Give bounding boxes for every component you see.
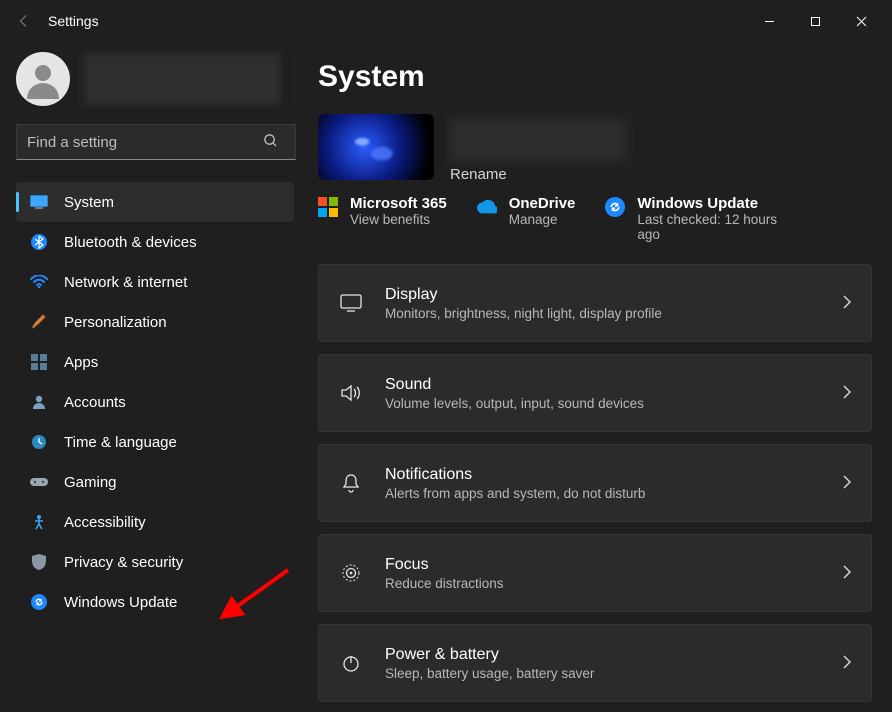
- display-icon: [339, 294, 363, 312]
- nav-item-privacy[interactable]: Privacy & security: [16, 542, 294, 582]
- search-container: [16, 124, 294, 160]
- main-content: System Rename Microsoft 365 View benefit…: [310, 42, 892, 712]
- onedrive-icon: [477, 197, 497, 217]
- nav-item-system[interactable]: System: [16, 182, 294, 222]
- nav-item-personalization[interactable]: Personalization: [16, 302, 294, 342]
- focus-icon: [339, 563, 363, 583]
- card-sound[interactable]: Sound Volume levels, output, input, soun…: [318, 354, 872, 432]
- update-icon: [30, 593, 48, 611]
- titlebar: Settings: [0, 0, 892, 42]
- card-notifications[interactable]: Notifications Alerts from apps and syste…: [318, 444, 872, 522]
- tile-title: Windows Update: [637, 195, 795, 212]
- chevron-right-icon: [842, 655, 851, 672]
- device-row: Rename: [318, 114, 872, 183]
- shield-icon: [30, 553, 48, 571]
- gamepad-icon: [30, 473, 48, 491]
- card-title: Sound: [385, 376, 820, 394]
- nav-item-time-language[interactable]: Time & language: [16, 422, 294, 462]
- search-input[interactable]: [16, 124, 296, 160]
- nav-label: Bluetooth & devices: [64, 234, 197, 251]
- maximize-button[interactable]: [792, 5, 838, 37]
- tile-title: OneDrive: [509, 195, 576, 212]
- apps-icon: [30, 353, 48, 371]
- page-title: System: [318, 60, 872, 94]
- nav-list: System Bluetooth & devices Network & int…: [16, 182, 294, 622]
- card-focus[interactable]: Focus Reduce distractions: [318, 534, 872, 612]
- back-button[interactable]: [8, 5, 40, 37]
- nav-label: Windows Update: [64, 594, 177, 611]
- microsoft-365-icon: [318, 197, 338, 217]
- card-sub: Sleep, battery usage, battery saver: [385, 666, 820, 681]
- nav-label: Apps: [64, 354, 98, 371]
- card-sub: Monitors, brightness, night light, displ…: [385, 306, 820, 321]
- nav-item-bluetooth[interactable]: Bluetooth & devices: [16, 222, 294, 262]
- bell-icon: [339, 473, 363, 493]
- nav-label: Accounts: [64, 394, 126, 411]
- card-title: Display: [385, 286, 820, 304]
- brush-icon: [30, 313, 48, 331]
- device-name-redacted: [450, 118, 626, 162]
- nav-item-accounts[interactable]: Accounts: [16, 382, 294, 422]
- sidebar: System Bluetooth & devices Network & int…: [0, 42, 310, 712]
- nav-label: Time & language: [64, 434, 177, 451]
- minimize-button[interactable]: [746, 5, 792, 37]
- card-title: Power & battery: [385, 646, 820, 664]
- nav-label: System: [64, 194, 114, 211]
- settings-cards: Display Monitors, brightness, night ligh…: [318, 264, 872, 702]
- tile-sub: Manage: [509, 212, 576, 227]
- nav-label: Network & internet: [64, 274, 187, 291]
- card-sub: Volume levels, output, input, sound devi…: [385, 396, 820, 411]
- avatar: [16, 52, 70, 106]
- nav-item-apps[interactable]: Apps: [16, 342, 294, 382]
- app-title: Settings: [48, 13, 99, 29]
- nav-item-network[interactable]: Network & internet: [16, 262, 294, 302]
- tile-onedrive[interactable]: OneDrive Manage: [477, 195, 576, 242]
- sound-icon: [339, 384, 363, 402]
- card-title: Notifications: [385, 466, 820, 484]
- card-sub: Alerts from apps and system, do not dist…: [385, 486, 820, 501]
- status-tiles: Microsoft 365 View benefits OneDrive Man…: [318, 195, 872, 242]
- card-power-battery[interactable]: Power & battery Sleep, battery usage, ba…: [318, 624, 872, 702]
- close-button[interactable]: [838, 5, 884, 37]
- accessibility-icon: [30, 513, 48, 531]
- tile-windows-update[interactable]: Windows Update Last checked: 12 hours ag…: [605, 195, 795, 242]
- chevron-right-icon: [842, 475, 851, 492]
- power-icon: [339, 653, 363, 673]
- chevron-right-icon: [842, 565, 851, 582]
- user-info[interactable]: [16, 52, 294, 106]
- search-icon: [263, 133, 278, 151]
- accounts-icon: [30, 393, 48, 411]
- clock-icon: [30, 433, 48, 451]
- card-title: Focus: [385, 556, 820, 574]
- rename-link[interactable]: Rename: [450, 166, 626, 183]
- wifi-icon: [30, 273, 48, 291]
- card-display[interactable]: Display Monitors, brightness, night ligh…: [318, 264, 872, 342]
- card-sub: Reduce distractions: [385, 576, 820, 591]
- tile-title: Microsoft 365: [350, 195, 447, 212]
- user-name-redacted: [84, 53, 280, 105]
- nav-label: Personalization: [64, 314, 167, 331]
- tile-sub: Last checked: 12 hours ago: [637, 212, 795, 242]
- nav-label: Accessibility: [64, 514, 146, 531]
- nav-label: Gaming: [64, 474, 117, 491]
- chevron-right-icon: [842, 385, 851, 402]
- system-icon: [30, 193, 48, 211]
- nav-label: Privacy & security: [64, 554, 183, 571]
- windows-update-icon: [605, 197, 625, 217]
- nav-item-gaming[interactable]: Gaming: [16, 462, 294, 502]
- device-thumbnail[interactable]: [318, 114, 434, 180]
- chevron-right-icon: [842, 295, 851, 312]
- tile-microsoft-365[interactable]: Microsoft 365 View benefits: [318, 195, 447, 242]
- nav-item-accessibility[interactable]: Accessibility: [16, 502, 294, 542]
- bluetooth-icon: [30, 233, 48, 251]
- nav-item-windows-update[interactable]: Windows Update: [16, 582, 294, 622]
- tile-sub: View benefits: [350, 212, 447, 227]
